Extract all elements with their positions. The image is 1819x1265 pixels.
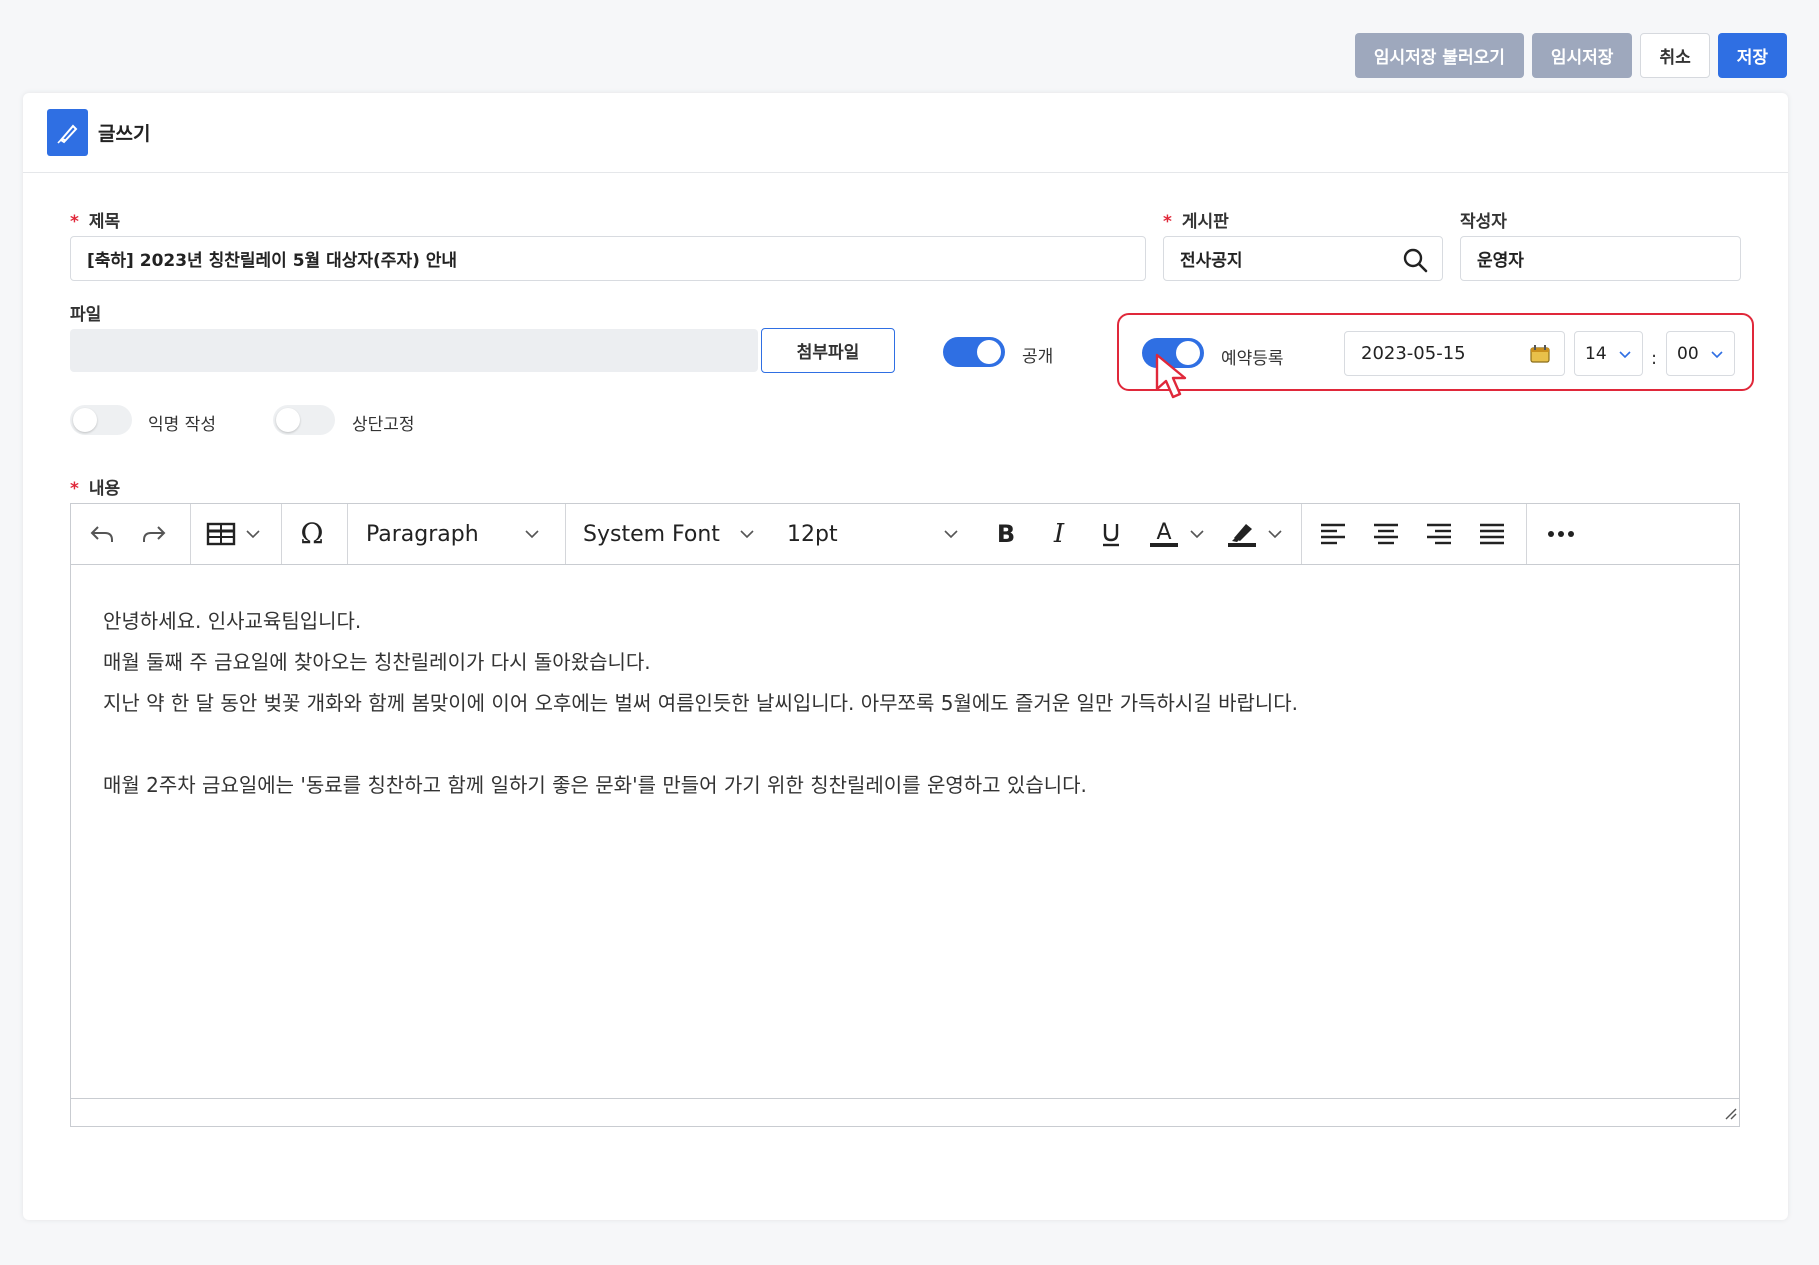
resize-handle-icon[interactable] (1723, 1105, 1737, 1124)
author-label: 작성자 (1460, 212, 1507, 232)
board-input[interactable]: 전사공지 (1163, 236, 1443, 281)
chevron-down-icon (739, 526, 755, 546)
load-draft-button[interactable]: 임시저장 불러오기 (1354, 33, 1524, 78)
public-label: 공개 (1022, 347, 1054, 367)
required-mark: * (70, 212, 79, 232)
block-format-value: Paragraph (366, 521, 479, 547)
bold-icon[interactable]: B (993, 504, 1019, 564)
content-line: 매월 2주차 금요일에는 '동료를 칭찬하고 함께 일하기 좋은 문화'를 만들… (103, 773, 1087, 797)
reservation-minute-select[interactable]: 00 (1666, 331, 1735, 376)
reservation-date-value: 2023-05-15 (1361, 343, 1466, 364)
align-center-icon[interactable] (1372, 504, 1400, 564)
chevron-down-icon (1710, 346, 1724, 366)
svg-text:Ω: Ω (300, 518, 323, 550)
align-right-icon[interactable] (1425, 504, 1453, 564)
font-family-select[interactable]: System Font (583, 504, 767, 564)
reservation-hour-select[interactable]: 14 (1574, 331, 1643, 376)
chevron-down-icon[interactable] (245, 504, 261, 564)
save-button[interactable]: 저장 (1717, 33, 1787, 78)
editor-toolbar: Ω Paragraph System Font 12pt B I A (71, 504, 1739, 565)
title-input[interactable]: [축하] 2023년 칭찬릴레이 5월 대상자(주자) 안내 (70, 236, 1146, 281)
card-header: 글쓰기 (23, 93, 1788, 173)
anonymous-toggle[interactable] (70, 405, 132, 435)
file-label: 파일 (70, 305, 102, 325)
board-value: 전사공지 (1180, 251, 1243, 271)
chevron-down-icon (524, 526, 540, 546)
board-label: * 게시판 (1163, 212, 1229, 232)
reservation-label: 예약등록 (1221, 349, 1284, 369)
toolbar-separator (281, 504, 282, 564)
attach-file-button[interactable]: 첨부파일 (761, 328, 895, 373)
public-toggle[interactable] (943, 337, 1005, 367)
redo-icon[interactable] (139, 504, 169, 564)
author-input[interactable]: 운영자 (1460, 236, 1741, 281)
highlight-color-icon[interactable] (1226, 504, 1260, 564)
rich-text-editor: Ω Paragraph System Font 12pt B I A 안녕하세요… (70, 503, 1740, 1127)
editor-statusbar (71, 1098, 1739, 1126)
align-justify-icon[interactable] (1478, 504, 1506, 564)
toggle-knob (73, 408, 97, 432)
table-icon[interactable] (206, 504, 236, 564)
font-size-value: 12pt (787, 521, 838, 547)
save-draft-button[interactable]: 임시저장 (1531, 33, 1633, 78)
pin-toggle[interactable] (273, 405, 335, 435)
reservation-hour-value: 14 (1585, 343, 1607, 364)
required-mark: * (1163, 212, 1172, 232)
toolbar-separator (1301, 504, 1302, 564)
chevron-down-icon[interactable] (1189, 504, 1205, 564)
underline-icon[interactable] (1098, 504, 1124, 564)
content-label: * 내용 (70, 479, 121, 499)
chevron-down-icon (1618, 346, 1632, 366)
chevron-down-icon (943, 526, 959, 546)
mouse-cursor-icon (1155, 353, 1191, 407)
time-separator: : (1651, 348, 1658, 369)
content-line: 안녕하세요. 인사교육팀입니다. (103, 609, 362, 633)
content-line: 지난 약 한 달 동안 벚꽃 개화와 함께 봄맞이에 이어 오후에는 벌써 여름… (103, 691, 1299, 715)
special-character-icon[interactable]: Ω (296, 504, 328, 564)
text-color-icon[interactable]: A (1148, 504, 1182, 564)
pen-icon (47, 109, 88, 156)
file-box (70, 329, 758, 372)
cancel-button[interactable]: 취소 (1640, 33, 1710, 78)
toolbar-separator (190, 504, 191, 564)
reservation-minute-value: 00 (1677, 343, 1699, 364)
title-label: * 제목 (70, 212, 121, 232)
more-options-icon[interactable] (1546, 504, 1576, 564)
undo-icon[interactable] (87, 504, 117, 564)
editor-content[interactable]: 안녕하세요. 인사교육팀입니다. 매월 둘째 주 금요일에 찾아오는 칭찬릴레이… (103, 601, 1298, 806)
toolbar-separator (347, 504, 348, 564)
toolbar-separator (565, 504, 566, 564)
italic-icon[interactable]: I (1046, 504, 1072, 564)
align-left-icon[interactable] (1319, 504, 1347, 564)
calendar-icon[interactable] (1530, 344, 1550, 369)
font-family-value: System Font (583, 521, 720, 547)
toggle-knob (276, 408, 300, 432)
top-actions: 임시저장 불러오기 임시저장 취소 저장 (1354, 33, 1787, 78)
search-icon[interactable] (1402, 247, 1428, 278)
svg-text:B: B (997, 520, 1015, 548)
block-format-select[interactable]: Paragraph (366, 504, 552, 564)
card-title: 글쓰기 (98, 123, 151, 145)
content-line: 매월 둘째 주 금요일에 찾아오는 칭찬릴레이가 다시 돌아왔습니다. (103, 650, 651, 674)
toggle-knob (977, 340, 1001, 364)
svg-text:A: A (1156, 520, 1171, 545)
chevron-down-icon[interactable] (1267, 504, 1283, 564)
svg-text:I: I (1053, 519, 1065, 549)
font-size-select[interactable]: 12pt (787, 504, 967, 564)
pin-label: 상단고정 (352, 415, 415, 435)
content-line (103, 724, 1298, 765)
anonymous-label: 익명 작성 (148, 415, 216, 435)
toolbar-separator (1526, 504, 1527, 564)
required-mark: * (70, 479, 79, 499)
reservation-date-input[interactable]: 2023-05-15 (1344, 331, 1565, 376)
